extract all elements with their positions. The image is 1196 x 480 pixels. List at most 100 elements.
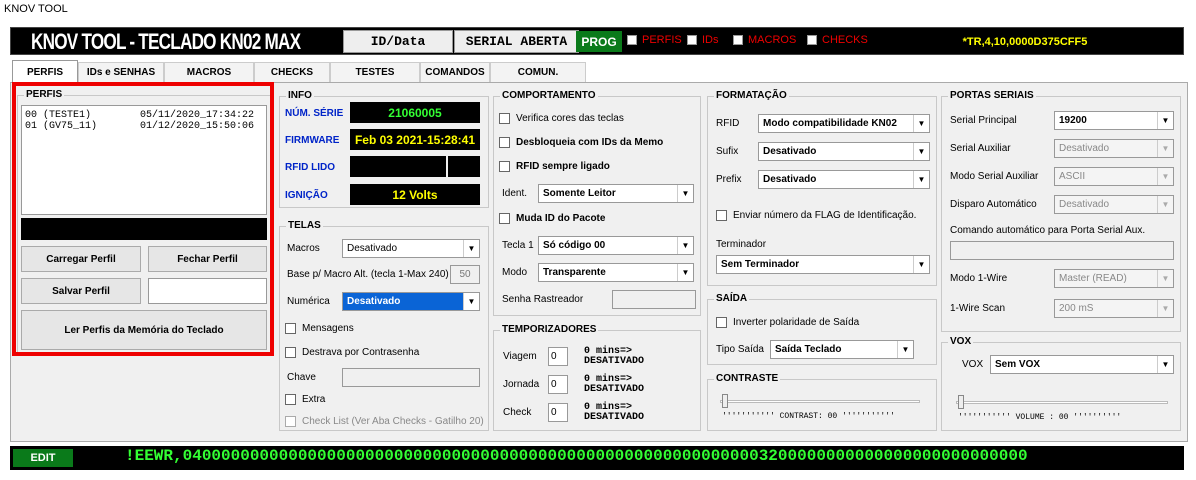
perfis-checkbox[interactable]: PERFIS	[627, 34, 682, 46]
checkbox-box	[627, 35, 637, 45]
prefix-select[interactable]: Desativado ▼	[758, 170, 930, 189]
base-macro-input[interactable]: 50	[450, 265, 480, 284]
mensagens-checkbox[interactable]: Mensagens	[285, 323, 354, 334]
checkbox-label: Enviar número da FLAG de Identificação.	[733, 210, 917, 221]
destrava-checkbox[interactable]: Destrava por Contrasenha	[285, 347, 419, 358]
checkbox-label: Mensagens	[302, 323, 354, 334]
viagem-status: 0 mins=> DESATIVADO	[584, 347, 644, 367]
senha-rastreador-input[interactable]	[612, 290, 696, 309]
checks-checkbox[interactable]: CHECKS	[807, 34, 868, 46]
macros-checkbox[interactable]: MACROS	[733, 34, 796, 46]
modo-label: Modo	[502, 267, 528, 278]
chave-label: Chave	[287, 372, 316, 383]
ident-select[interactable]: Somente Leitor ▼	[538, 184, 694, 203]
select-value: Desativado	[1059, 199, 1110, 210]
tipo-saida-select[interactable]: Saída Teclado ▼	[770, 340, 914, 359]
jornada-status: 0 mins=> DESATIVADO	[584, 375, 644, 395]
viagem-input[interactable]: 0	[548, 347, 568, 366]
checklist-checkbox[interactable]: Check List (Ver Aba Checks - Gatilho 20)	[285, 416, 484, 427]
checkbox-box	[499, 113, 510, 124]
macros-label: Macros	[287, 243, 320, 254]
serial-auxiliar-select[interactable]: Desativado ▼	[1054, 139, 1174, 158]
volume-slider[interactable]	[956, 393, 1168, 413]
tab-checks[interactable]: CHECKS	[254, 62, 330, 82]
id-data-button[interactable]: ID/Data	[343, 30, 453, 53]
rfid-format-label: RFID	[716, 118, 740, 129]
profile-id: 01 (GV75_11)	[25, 121, 98, 132]
tab-testes[interactable]: TESTES	[330, 62, 420, 82]
serial-aberta-button[interactable]: SERIAL ABERTA	[454, 30, 579, 53]
saida-group: SAÍDA Inverter polaridade de Saída Tipo …	[707, 293, 937, 365]
group-title: COMPORTAMENTO	[500, 90, 598, 101]
prog-button[interactable]: PROG	[576, 31, 622, 52]
senha-rastreador-label: Senha Rastreador	[502, 294, 584, 305]
status-line: DESATIVADO	[584, 356, 645, 367]
chevron-down-icon: ▼	[913, 256, 929, 273]
comando-auto-label: Comando automático para Porta Serial Aux…	[950, 225, 1146, 236]
viagem-label: Viagem	[503, 351, 537, 362]
jornada-input[interactable]: 0	[548, 375, 568, 394]
jornada-label: Jornada	[503, 379, 540, 390]
fechar-perfil-button[interactable]: Fechar Perfil	[148, 246, 267, 272]
serial-principal-select[interactable]: 19200 ▼	[1054, 111, 1174, 130]
tab-perfis[interactable]: PERFIS	[12, 60, 78, 83]
ids-checkbox[interactable]: IDs	[687, 34, 719, 46]
slider-thumb[interactable]	[722, 394, 728, 408]
rfid-display	[350, 156, 446, 177]
formatacao-group: FORMATAÇÃO RFID Modo compatibilidade KN0…	[707, 90, 937, 286]
group-title: VOX	[948, 336, 974, 347]
perfis-list[interactable]: 00 (TESTE1) 05/11/2020_17:34:22 01 (GV75…	[21, 105, 267, 215]
onewire-scan-select[interactable]: 200 mS ▼	[1054, 299, 1174, 318]
macros-select[interactable]: Desativado ▼	[342, 239, 480, 258]
terminador-select[interactable]: Sem Terminador ▼	[716, 255, 930, 274]
modo-serial-aux-label: Modo Serial Auxiliar	[950, 171, 1039, 182]
modo-1wire-select[interactable]: Master (READ) ▼	[1054, 269, 1174, 288]
slider-thumb[interactable]	[958, 395, 964, 409]
salvar-perfil-button[interactable]: Salvar Perfil	[21, 278, 141, 304]
modo-serial-aux-select[interactable]: ASCII ▼	[1054, 167, 1174, 186]
rfid-format-select[interactable]: Modo compatibilidade KN02 ▼	[758, 114, 930, 133]
list-item[interactable]: 01 (GV75_11)	[25, 121, 97, 132]
carregar-perfil-button[interactable]: Carregar Perfil	[21, 246, 141, 272]
disparo-select[interactable]: Desativado ▼	[1054, 195, 1174, 214]
numerica-select[interactable]: Desativado ▼	[342, 292, 480, 311]
ignicao-display: 12 Volts	[350, 184, 480, 205]
chave-input[interactable]	[342, 368, 480, 387]
list-item[interactable]: 00 (TESTE1)	[25, 110, 91, 121]
group-title: INFO	[286, 90, 314, 101]
checkbox-label: Destrava por Contrasenha	[302, 347, 420, 358]
tab-comun[interactable]: COMUN.	[490, 62, 586, 82]
group-title: TEMPORIZADORES	[500, 324, 599, 335]
verifica-cores-checkbox[interactable]: Verifica cores das teclas	[499, 113, 624, 124]
ler-perfis-button[interactable]: Ler Perfis da Memória do Teclado	[21, 310, 267, 350]
chevron-down-icon: ▼	[677, 185, 693, 202]
tecla1-select[interactable]: Só código 00 ▼	[538, 236, 694, 255]
chevron-down-icon: ▼	[1157, 168, 1173, 185]
modo-1wire-label: Modo 1-Wire	[950, 273, 1008, 284]
checkbox-label: CHECKS	[822, 34, 868, 46]
sufix-select[interactable]: Desativado ▼	[758, 142, 930, 161]
rfid-sempre-checkbox[interactable]: RFID sempre ligado	[499, 161, 610, 172]
tab-comandos[interactable]: COMANDOS	[420, 62, 490, 82]
enviar-flag-checkbox[interactable]: Enviar número da FLAG de Identificação.	[716, 210, 916, 221]
sufix-label: Sufix	[716, 146, 739, 157]
vox-group: VOX VOX Sem VOX ▼ ''''''''''' VOLUME : 00…	[941, 336, 1181, 431]
numerica-label: Numérica	[287, 296, 330, 307]
contrast-slider[interactable]	[720, 392, 920, 412]
tab-ids-senhas[interactable]: IDs e SENHAS	[78, 62, 164, 82]
extra-checkbox[interactable]: Extra	[285, 394, 325, 405]
checkbox-label: Extra	[302, 394, 326, 405]
status-line: DESATIVADO	[584, 384, 645, 395]
modo-select[interactable]: Transparente ▼	[538, 263, 694, 282]
check-input[interactable]: 0	[548, 403, 568, 422]
muda-id-checkbox[interactable]: Muda ID do Pacote	[499, 213, 605, 224]
profile-name-input[interactable]	[148, 278, 267, 304]
checkbox-box	[687, 35, 697, 45]
edit-button[interactable]: EDIT	[13, 449, 73, 467]
vox-select[interactable]: Sem VOX ▼	[990, 355, 1174, 374]
inverter-polaridade-checkbox[interactable]: Inverter polaridade de Saída	[716, 317, 859, 328]
tab-macros[interactable]: MACROS	[164, 62, 254, 82]
desbloqueia-checkbox[interactable]: Desbloqueia com IDs da Memo	[499, 137, 663, 148]
chevron-down-icon: ▼	[913, 171, 929, 188]
comando-auto-input[interactable]	[950, 241, 1174, 260]
